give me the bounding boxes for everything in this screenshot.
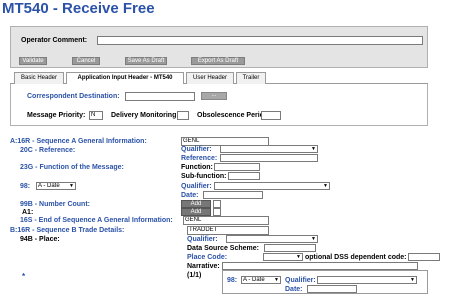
sub-98-date-label: Date:	[285, 286, 303, 293]
field-98-label: 98:	[20, 183, 31, 190]
number-count-99b-input[interactable]	[213, 200, 221, 208]
application-header-panel: Correspondent Destination: ... Message P…	[10, 84, 428, 126]
save-as-draft-button[interactable]: Save As Draft	[125, 57, 167, 65]
header-tabs: Basic Header Application Input Header - …	[10, 72, 428, 85]
operator-comment-input[interactable]	[97, 36, 423, 45]
field-98-type-value: A - Date	[38, 183, 60, 189]
field-98-qualifier-label: Qualifier:	[181, 183, 212, 190]
field-98-type-select[interactable]: A - Date ▼	[36, 182, 76, 190]
correspondent-destination-label: Correspondent Destination:	[27, 93, 120, 100]
reference-label: Reference:	[181, 155, 218, 162]
reference-qualifier-label: Qualifier:	[181, 146, 212, 153]
reference-qualifier-select[interactable]: ▼	[220, 145, 318, 153]
optional-dss-input[interactable]	[408, 253, 440, 261]
subfunction-input[interactable]	[228, 172, 260, 180]
number-count-99b-label: 99B - Number Count:	[20, 201, 90, 208]
reference-20c-label: 20C - Reference:	[20, 147, 76, 154]
message-priority-label: Message Priority:	[27, 112, 86, 119]
tab-user-header[interactable]: User Header	[186, 72, 234, 84]
function-23g-label: 23G - Function of the Message:	[20, 164, 124, 171]
function-label: Function:	[181, 164, 213, 171]
a1-input[interactable]	[213, 208, 221, 216]
export-as-draft-button[interactable]: Export As Draft	[191, 57, 245, 65]
sub-98-label: 98:	[227, 277, 238, 284]
seq-a-label: A:16R - Sequence A General Information:	[10, 138, 147, 145]
seq-b-label: B:16R - Sequence B Trade Details:	[10, 227, 125, 234]
field-98-date-label: Date:	[181, 192, 199, 199]
place-qualifier-label: Qualifier:	[187, 236, 218, 243]
validate-button[interactable]: Validate	[19, 57, 47, 65]
a1-label: A1:	[22, 209, 34, 216]
cancel-button[interactable]: Cancel	[72, 57, 100, 65]
correspondent-lookup-button[interactable]: ...	[201, 92, 227, 100]
place-code-label: Place Code:	[187, 254, 228, 261]
sub-98-qualifier-select[interactable]: ▼	[317, 276, 417, 284]
place-qualifier-select[interactable]: ▼	[226, 235, 318, 243]
data-source-scheme-label: Data Source Scheme:	[187, 245, 259, 252]
chevron-down-icon: ▼	[274, 277, 279, 283]
end-seq-a-input[interactable]: GENL	[183, 216, 269, 225]
seq-b-input[interactable]: TRADDET	[187, 226, 269, 235]
correspondent-destination-input[interactable]	[125, 92, 195, 101]
message-priority-input[interactable]: N	[89, 111, 103, 120]
sub-98-qualifier-label: Qualifier:	[285, 277, 316, 284]
chevron-down-icon: ▼	[296, 254, 301, 260]
data-source-scheme-input[interactable]	[264, 244, 316, 252]
chevron-down-icon: ▼	[311, 236, 316, 242]
field-98-date-input[interactable]	[203, 191, 263, 199]
sub-98-date-input[interactable]	[307, 285, 357, 293]
page-title: MT540 - Receive Free	[2, 0, 155, 17]
sub-98-type-value: A - Date	[243, 277, 265, 283]
sub-98-group: 98: A - Date ▼ Qualifier: ▼ Date:	[222, 270, 428, 294]
function-input[interactable]	[214, 163, 260, 171]
add-a1-button[interactable]: Add	[181, 208, 211, 216]
delivery-monitoring-input[interactable]	[177, 111, 189, 120]
field-98-qualifier-select[interactable]: ▼	[214, 182, 330, 190]
delivery-monitoring-label: Delivery Monitoring:	[111, 112, 179, 119]
reference-input[interactable]	[220, 154, 318, 162]
chevron-down-icon: ▼	[311, 146, 316, 152]
obsolescence-period-input[interactable]	[261, 111, 281, 120]
narrative-label: Narrative:	[187, 263, 220, 270]
place-94b-label: 94B - Place:	[20, 236, 60, 243]
subfunction-label: Sub-function:	[181, 173, 227, 180]
obsolescence-period-label: Obsolescence Period:	[197, 112, 271, 119]
tab-trailer[interactable]: Trailer	[236, 72, 266, 84]
narrative-input[interactable]	[222, 262, 418, 270]
chevron-down-icon: ▼	[69, 183, 74, 189]
chevron-down-icon: ▼	[323, 183, 328, 189]
optional-dss-label: optional DSS dependent code:	[305, 254, 407, 261]
operator-comment-label: Operator Comment:	[21, 37, 88, 44]
add-99b-button[interactable]: Add	[181, 200, 211, 208]
operator-panel: Operator Comment: Validate Cancel Save A…	[10, 26, 428, 68]
place-code-select[interactable]: ▼	[263, 253, 303, 261]
required-star: *	[22, 272, 26, 281]
end-seq-a-label: 16S - End of Sequence A General Informat…	[20, 217, 173, 224]
repeat-count: (1/1)	[187, 272, 202, 279]
tab-basic-header[interactable]: Basic Header	[14, 72, 64, 84]
chevron-down-icon: ▼	[410, 277, 415, 283]
sub-98-type-select[interactable]: A - Date ▼	[241, 276, 281, 284]
